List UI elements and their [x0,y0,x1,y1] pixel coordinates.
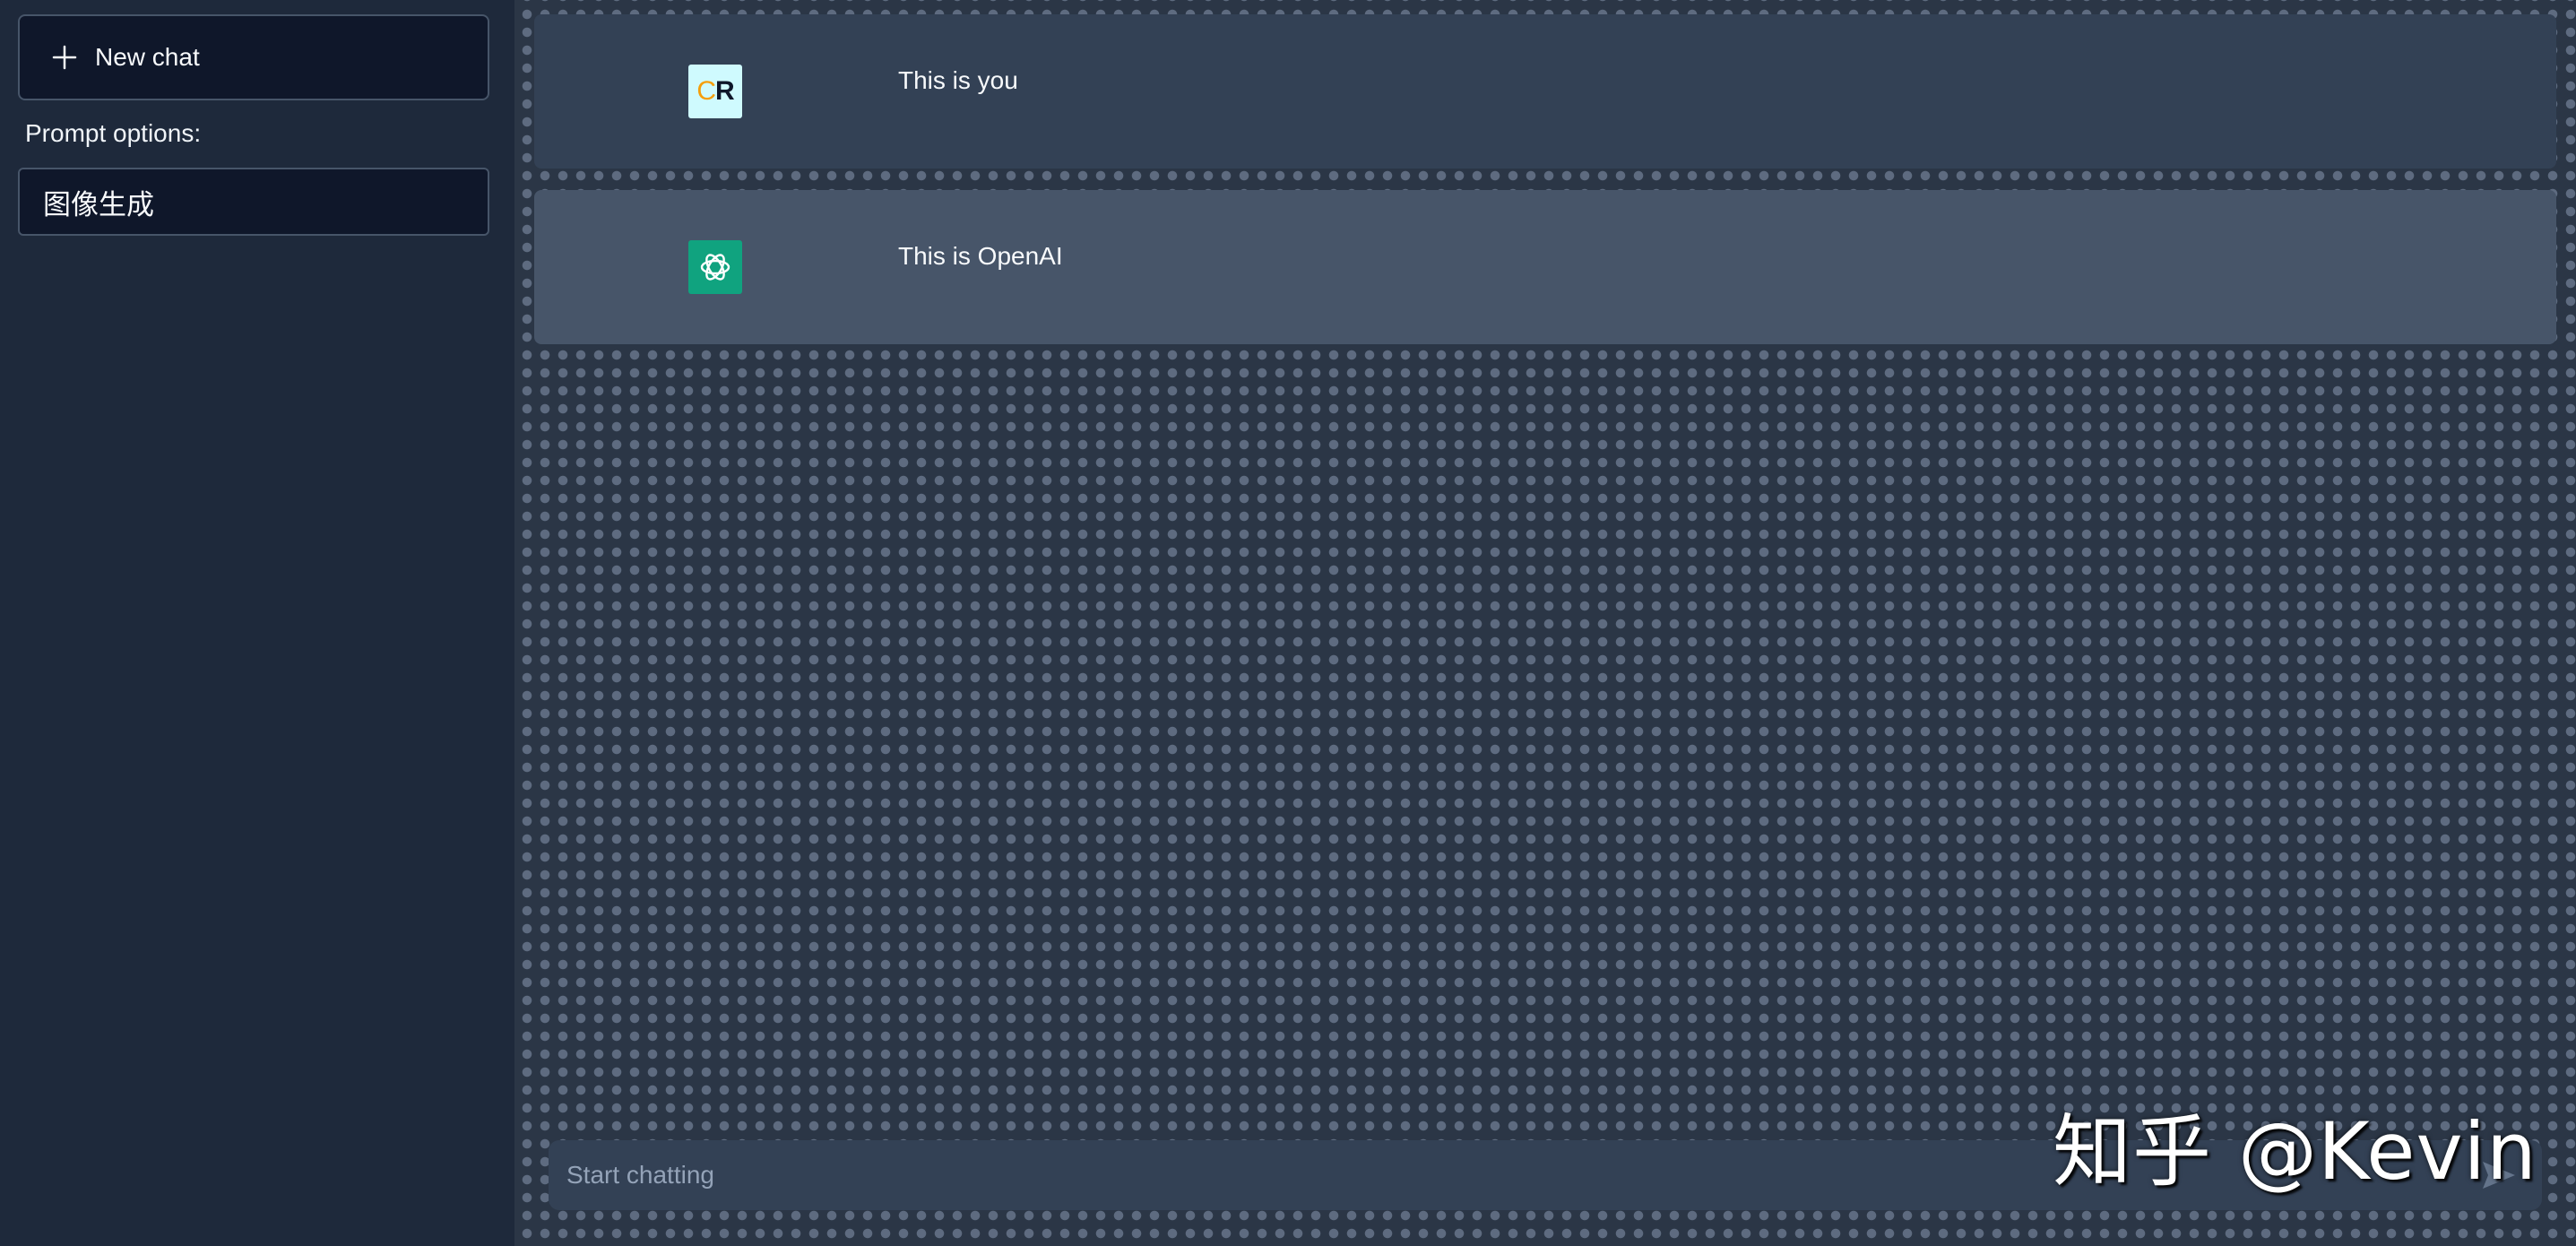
prompt-options-label: Prompt options: [25,119,202,147]
watermark: 知乎 @Kevin [2053,1105,2537,1198]
user-avatar: CR [688,65,742,118]
new-chat-label: New chat [95,43,200,71]
message-text: This is you [898,66,1018,94]
openai-logo-svg [700,254,730,281]
openai-logo-icon [688,240,742,294]
new-chat-button[interactable]: New chat [18,14,489,100]
message-row-user: CR This is you [534,14,2556,169]
plus-icon [52,45,77,70]
chat-area: CR This is you This is OpenAI [514,0,2576,1246]
prompt-options-select[interactable]: 图像生成 [18,168,489,236]
app: New chat Prompt options: 图像生成 CR This is… [0,0,2576,1246]
message-text: This is OpenAI [898,242,1063,270]
prompt-selected-value: 图像生成 [43,188,154,221]
message-row-assistant: This is OpenAI [534,190,2556,344]
sidebar: New chat Prompt options: 图像生成 [0,0,506,1246]
